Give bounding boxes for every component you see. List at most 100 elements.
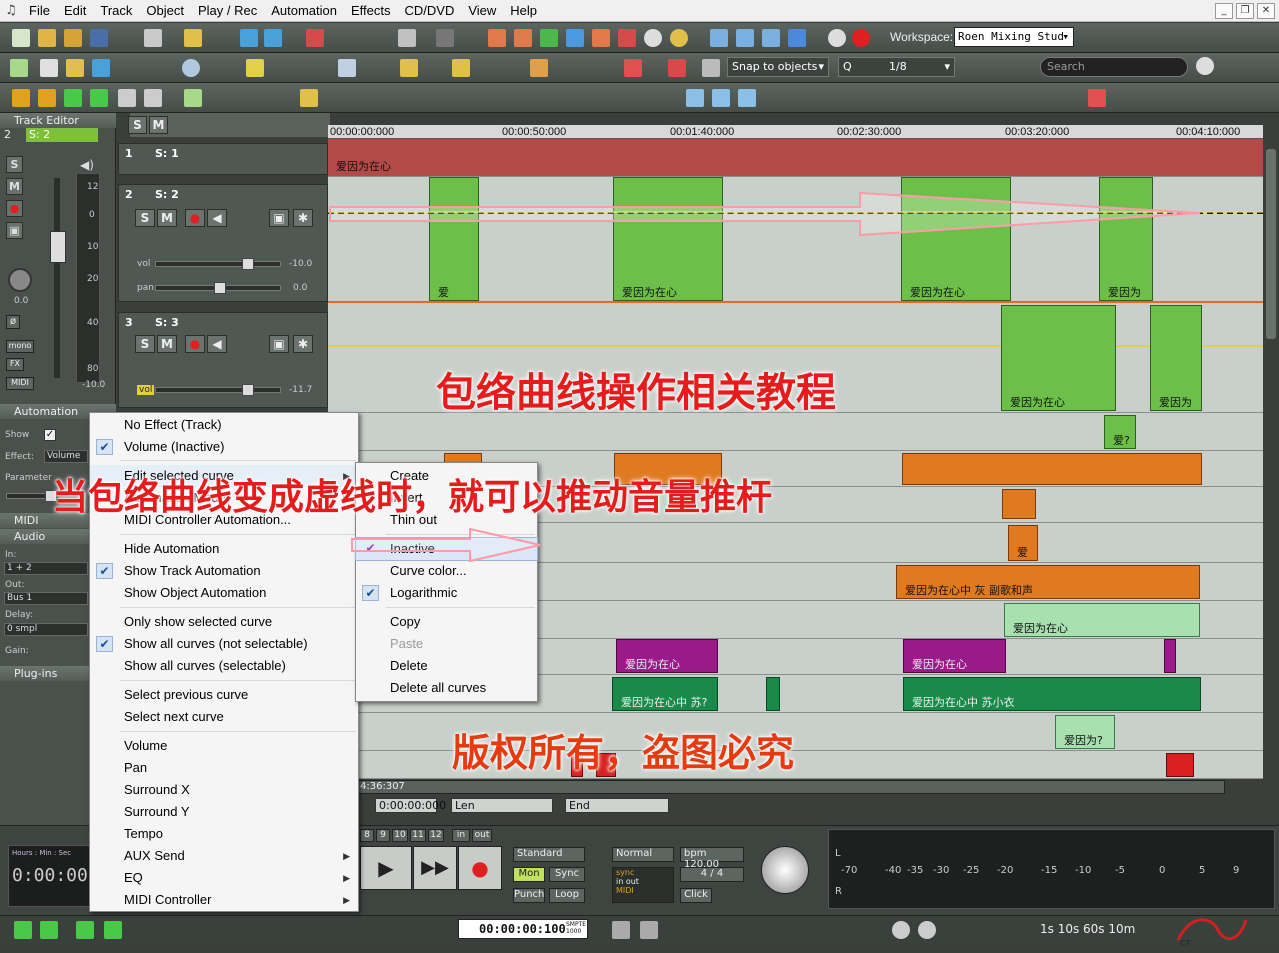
track-3-record-button[interactable]: ● — [185, 335, 205, 353]
effect-f-icon[interactable] — [592, 29, 610, 47]
spectrum-icon[interactable] — [624, 59, 642, 77]
rec-view-icon[interactable] — [712, 89, 730, 107]
pointer-icon[interactable] — [144, 29, 162, 47]
audio-clip[interactable]: 爱因为在心 — [1001, 305, 1116, 411]
menu-item-pan[interactable]: Pan — [90, 757, 358, 779]
track-2-mute-button[interactable]: M — [157, 209, 177, 227]
marker-8[interactable]: 8 — [360, 829, 374, 842]
menu-item-volume[interactable]: Volume — [90, 735, 358, 757]
track-2-name[interactable]: S: 2 — [155, 188, 179, 201]
track-3-solo-button[interactable]: S — [135, 335, 155, 353]
menu-item-show-all-not-selectable[interactable]: ✔ Show all curves (not selectable) — [90, 633, 358, 655]
audio-clip[interactable] — [902, 453, 1202, 485]
vertical-scrollbar[interactable] — [1263, 139, 1279, 779]
track-2-fx-icon[interactable]: ✱ — [293, 209, 313, 227]
lock-icon[interactable] — [400, 59, 418, 77]
save-icon[interactable] — [90, 29, 108, 47]
time-signature-field[interactable]: 4 / 4 — [680, 867, 744, 882]
back-green-icon[interactable] — [90, 89, 108, 107]
record-button[interactable]: ● — [458, 846, 502, 890]
pencil-icon[interactable] — [246, 59, 264, 77]
submenu-item-delete[interactable]: Delete — [356, 655, 537, 677]
next-marker-icon[interactable] — [104, 921, 122, 939]
workspace-select[interactable]: Roen Mixing Stud ▾ — [954, 27, 1074, 47]
solo-all-button[interactable]: S — [128, 116, 147, 134]
dvd-icon[interactable] — [670, 29, 688, 47]
envelope-tool-icon[interactable] — [92, 59, 110, 77]
menu-help[interactable]: Help — [503, 0, 544, 22]
audio-clip[interactable] — [1002, 489, 1036, 519]
volume-fader-handle[interactable] — [50, 231, 66, 263]
fade-in-icon[interactable] — [612, 921, 630, 939]
record-arm-button[interactable]: ● — [6, 200, 23, 217]
search-icon[interactable] — [1196, 57, 1214, 75]
cd-icon[interactable] — [644, 29, 662, 47]
mute-x-icon[interactable] — [118, 89, 136, 107]
play-icon[interactable] — [12, 89, 30, 107]
pan-knob[interactable] — [8, 268, 32, 292]
record-settings-icon[interactable] — [710, 29, 728, 47]
auto-icon[interactable] — [618, 29, 636, 47]
mode-select[interactable]: Standard — [513, 847, 585, 862]
marker-11[interactable]: 11 — [410, 829, 426, 842]
play-button[interactable]: ▶ — [360, 846, 412, 890]
vertical-scroll-thumb[interactable] — [1266, 149, 1276, 339]
show-checkbox[interactable]: ✓ — [44, 429, 56, 441]
audio-clip[interactable]: 爱因为 — [1150, 305, 1202, 411]
trim-icon[interactable] — [306, 29, 324, 47]
marker-10[interactable]: 10 — [392, 829, 408, 842]
length-field[interactable]: Len — [451, 798, 553, 813]
menu-item-tempo[interactable]: Tempo — [90, 823, 358, 845]
menu-view[interactable]: View — [461, 0, 503, 22]
audio-clip[interactable]: 爱? — [1104, 415, 1136, 449]
fx-button[interactable]: FX — [6, 358, 24, 371]
menu-item-show-object-automation[interactable]: Show Object Automation — [90, 582, 358, 604]
mute-button[interactable]: M — [6, 178, 23, 195]
rewind-icon[interactable] — [38, 89, 56, 107]
go-start-icon[interactable] — [14, 921, 32, 939]
zoom-tool-icon[interactable] — [182, 59, 200, 77]
track-header-1[interactable]: 1 S: 1 — [118, 143, 328, 175]
import-icon[interactable] — [64, 29, 82, 47]
split-icon[interactable] — [264, 29, 282, 47]
menu-item-show-track-automation[interactable]: ✔ Show Track Automation — [90, 560, 358, 582]
grid-icon[interactable] — [702, 59, 720, 77]
speaker-icon[interactable] — [338, 59, 356, 77]
effect-m-icon[interactable] — [488, 29, 506, 47]
audio-clip[interactable]: 爱因为在心 — [1004, 603, 1200, 637]
track-name-field[interactable]: S: 2 — [26, 128, 98, 142]
menu-item-only-show-selected[interactable]: Only show selected curve — [90, 611, 358, 633]
menu-edit[interactable]: Edit — [57, 0, 93, 22]
input-select[interactable]: 1 + 2 — [4, 562, 88, 575]
click-button[interactable]: Click — [680, 888, 712, 903]
menu-item-eq[interactable]: EQ ▶ — [90, 867, 358, 889]
menu-item-volume-inactive[interactable]: ✔ Volume (Inactive) — [90, 436, 358, 458]
audio-clip[interactable] — [1166, 753, 1194, 777]
select-tool-icon[interactable] — [10, 59, 28, 77]
loop-button[interactable]: Loop — [549, 888, 585, 903]
menu-automation[interactable]: Automation — [264, 0, 344, 22]
track-3-name[interactable]: S: 3 — [155, 316, 179, 329]
midi-button[interactable]: MIDI — [6, 377, 34, 390]
speed-select[interactable]: Normal — [612, 847, 674, 862]
grid-select[interactable]: Q 1/8 ▾ — [838, 57, 955, 77]
menu-item-hide-automation[interactable]: Hide Automation — [90, 538, 358, 560]
settings-gear-icon[interactable] — [828, 29, 846, 47]
submenu-item-paste[interactable]: Paste — [356, 633, 537, 655]
menu-item-aux-send[interactable]: AUX Send ▶ — [90, 845, 358, 867]
new-project-icon[interactable] — [12, 29, 30, 47]
marker-12[interactable]: 12 — [428, 829, 444, 842]
draw-tool-icon[interactable] — [40, 59, 58, 77]
curve-tool-icon[interactable] — [66, 59, 84, 77]
solo-x-icon[interactable] — [144, 89, 162, 107]
audio-clip[interactable] — [1164, 639, 1176, 673]
minimize-icon[interactable]: _ — [1215, 3, 1233, 19]
effect-s-icon[interactable] — [540, 29, 558, 47]
marker-icon[interactable] — [184, 89, 202, 107]
audio-clip[interactable]: 爱因为在心中 苏小衣 — [903, 677, 1201, 711]
bounce-icon[interactable] — [668, 59, 686, 77]
track-2-monitor-icon[interactable]: ◀ — [207, 209, 227, 227]
window-icon[interactable] — [788, 29, 806, 47]
track-header-3[interactable]: 3 S: 3 S M ● ◀ ▣ ✱ vol -11.7 — [118, 312, 328, 408]
track-header-2[interactable]: 2 S: 2 S M ● ◀ ▣ ✱ vol -10.0 pan 0.0 — [118, 184, 328, 302]
